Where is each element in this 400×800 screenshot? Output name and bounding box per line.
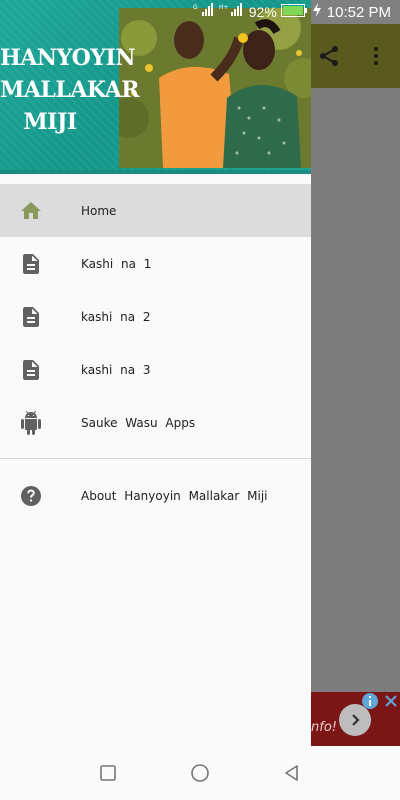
- drawer-item-label: Home: [81, 203, 117, 218]
- document-icon: [19, 358, 43, 382]
- menu-divider: [0, 458, 311, 459]
- battery-icon: [280, 3, 309, 21]
- drawer-item-kashi-1[interactable]: Kashi na 1: [0, 237, 311, 290]
- back-icon[interactable]: [280, 761, 304, 785]
- drawer-item-label: kashi na 2: [81, 309, 151, 324]
- ad-close-icon[interactable]: [383, 693, 399, 709]
- header-divider: [0, 170, 311, 174]
- drawer-menu: Home Kashi na 1 kashi na 2 kashi na 3 Sa…: [0, 184, 311, 522]
- drawer-header-title: HANYOYIN MALLAKAR MIJI: [0, 42, 140, 138]
- status-bar: G H+ 92% 10:52 PM: [0, 0, 400, 24]
- android-icon: [19, 410, 43, 435]
- home-icon: [19, 199, 43, 223]
- svg-text:H+: H+: [219, 4, 229, 11]
- header-title-line: MALLAKAR: [0, 77, 140, 103]
- signal-icon: G: [193, 3, 215, 21]
- drawer-item-label: kashi na 3: [81, 362, 151, 377]
- navigation-drawer: HANYOYIN MALLAKAR MIJI Home Kashi na 1 k…: [0, 0, 311, 746]
- ad-banner[interactable]: nfo!: [311, 692, 400, 746]
- signal-h-icon: H+: [219, 3, 245, 21]
- header-title-line: MIJI: [23, 109, 77, 135]
- document-icon: [19, 252, 43, 276]
- clock: 10:52 PM: [326, 3, 391, 21]
- charging-icon: [312, 3, 321, 21]
- drawer-item-more-apps[interactable]: Sauke Wasu Apps: [0, 396, 311, 449]
- help-icon: [19, 484, 43, 508]
- drawer-item-kashi-2[interactable]: kashi na 2: [0, 290, 311, 343]
- drawer-item-label: Sauke Wasu Apps: [81, 415, 196, 430]
- more-options-icon[interactable]: [364, 44, 388, 68]
- drawer-item-label: About Hanyoyin Mallakar Miji: [81, 488, 268, 503]
- drawer-item-label: Kashi na 1: [81, 256, 152, 271]
- header-photo: [119, 8, 311, 168]
- drawer-item-kashi-3[interactable]: kashi na 3: [0, 343, 311, 396]
- svg-text:G: G: [193, 4, 198, 11]
- drawer-header: HANYOYIN MALLAKAR MIJI: [0, 0, 311, 174]
- drawer-item-about[interactable]: About Hanyoyin Mallakar Miji: [0, 469, 311, 522]
- recent-apps-icon[interactable]: [96, 761, 120, 785]
- header-title-line: HANYOYIN: [0, 45, 135, 71]
- drawer-item-home[interactable]: Home: [0, 184, 311, 237]
- ad-text: nfo!: [311, 720, 337, 735]
- battery-percent: 92%: [248, 4, 277, 20]
- home-button-icon[interactable]: [188, 761, 212, 785]
- system-nav-bar: [0, 746, 400, 800]
- ad-info-icon[interactable]: [361, 692, 379, 710]
- document-icon: [19, 305, 43, 329]
- share-icon[interactable]: [317, 44, 341, 68]
